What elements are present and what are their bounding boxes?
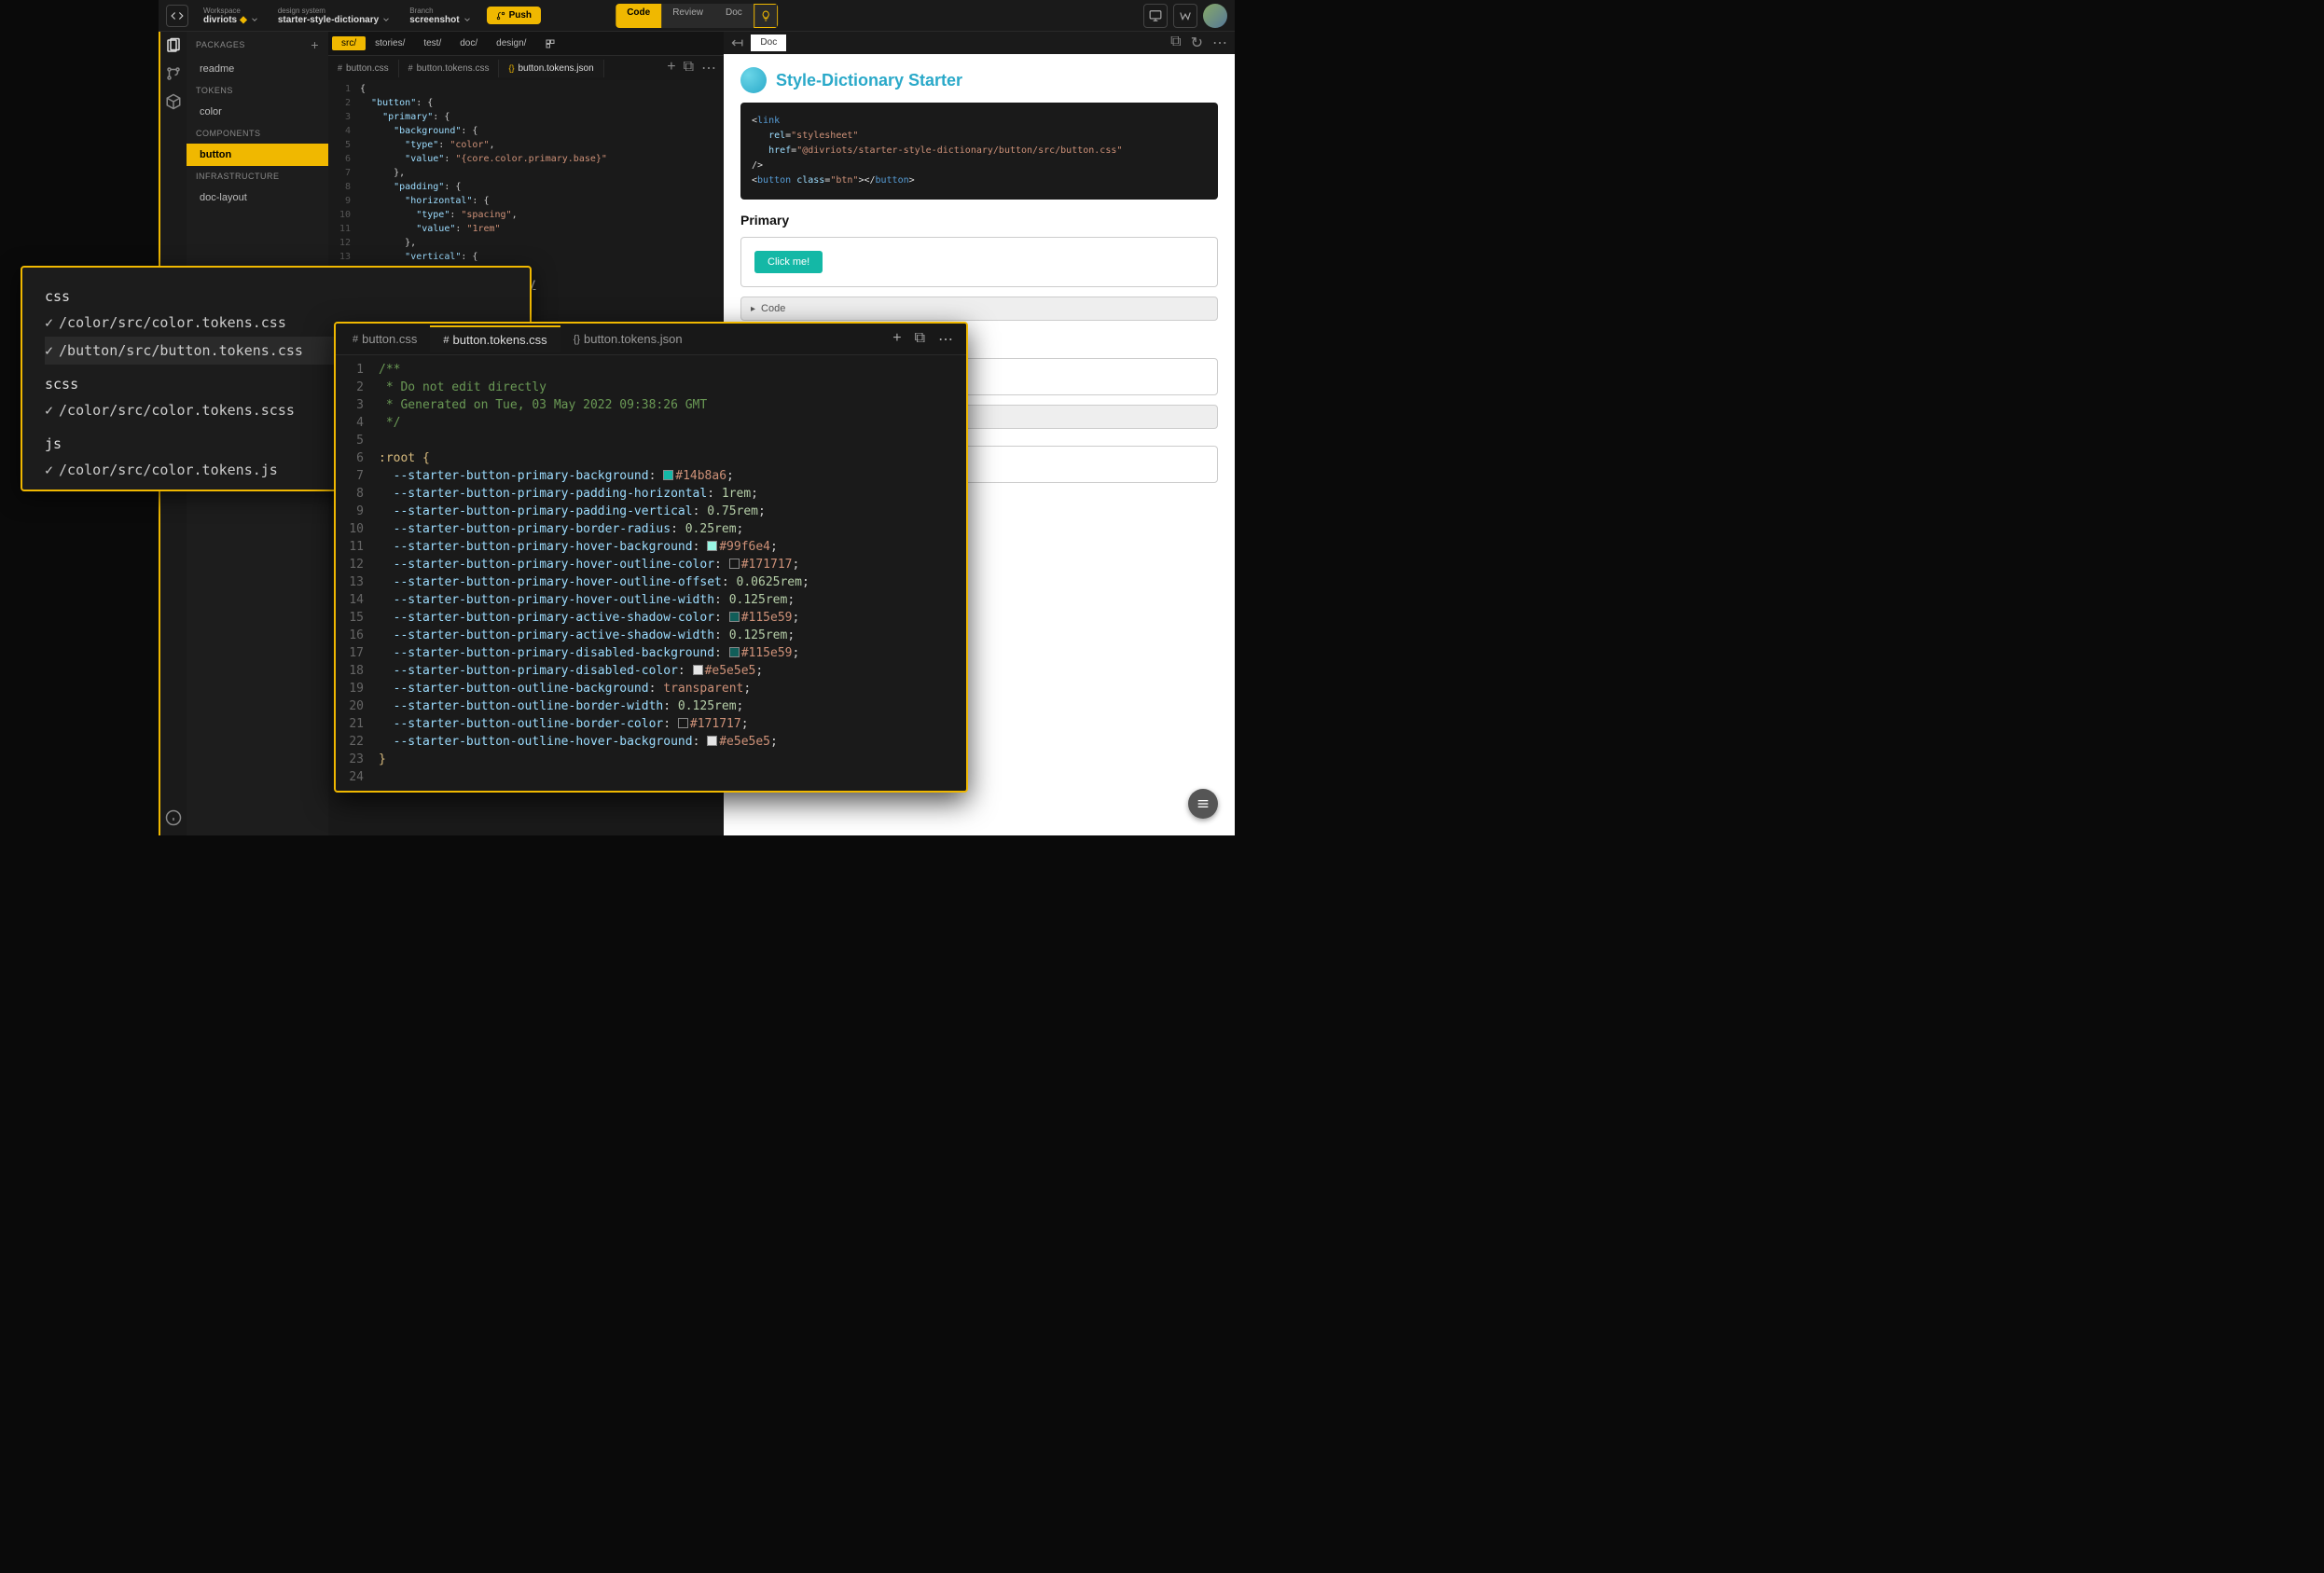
file-tabs: #button.css #button.tokens.css {}button.… bbox=[328, 56, 724, 80]
folder-tab-stories[interactable]: stories/ bbox=[366, 36, 414, 50]
doc-logo-icon bbox=[740, 67, 767, 93]
sidebar-item-color[interactable]: color bbox=[187, 101, 328, 123]
css-icon: # bbox=[353, 334, 358, 345]
user-avatar[interactable] bbox=[1203, 4, 1227, 28]
doc-panel-header: ↤ Doc ⧉ ↻ ⋯ bbox=[724, 32, 1235, 54]
section-infrastructure: INFRASTRUCTURE bbox=[187, 166, 328, 186]
workspace-label: Workspace bbox=[203, 7, 259, 15]
folder-tab-doc[interactable]: doc/ bbox=[450, 36, 487, 50]
sidebar-item-button[interactable]: button bbox=[187, 144, 328, 166]
push-button[interactable]: Push bbox=[487, 7, 541, 24]
lightbulb-button[interactable] bbox=[754, 4, 778, 28]
css-icon: # bbox=[443, 335, 449, 346]
sidebar-item-doc-layout[interactable]: doc-layout bbox=[187, 186, 328, 209]
copy-icon[interactable]: ⧉ bbox=[684, 59, 694, 77]
header-right-group bbox=[1143, 4, 1227, 28]
section-components: COMPONENTS bbox=[187, 123, 328, 144]
design-system-selector[interactable]: design system starter-style-dictionary bbox=[270, 7, 398, 25]
json-icon: {} bbox=[574, 334, 580, 345]
design-system-value: starter-style-dictionary bbox=[278, 15, 379, 25]
view-mode-tabs: Code Review Doc bbox=[616, 4, 778, 28]
more-icon[interactable]: ⋯ bbox=[938, 330, 953, 349]
monitor-icon bbox=[1149, 9, 1162, 22]
floating-editor: #button.css #button.tokens.css {}button.… bbox=[334, 322, 968, 793]
lightbulb-icon bbox=[760, 10, 771, 21]
design-system-label: design system bbox=[278, 7, 391, 15]
files-icon[interactable] bbox=[165, 37, 182, 54]
more-icon[interactable]: ⋯ bbox=[1212, 34, 1227, 52]
file-tab-actions: + ⧉ ⋯ bbox=[667, 59, 724, 77]
code-toggle-primary[interactable]: Code bbox=[740, 297, 1218, 321]
folder-tab-design[interactable]: design/ bbox=[487, 36, 535, 50]
chevron-down-icon bbox=[463, 15, 472, 24]
doc-title: Style-Dictionary Starter bbox=[776, 71, 962, 90]
fe-tab-button-css[interactable]: #button.css bbox=[339, 326, 430, 352]
line-gutter: 123456789101112131415161718192021222324 bbox=[336, 355, 373, 791]
help-button[interactable] bbox=[1173, 4, 1197, 28]
fe-tab-button-tokens-json[interactable]: {}button.tokens.json bbox=[560, 326, 696, 352]
file-tab-button-css[interactable]: #button.css bbox=[328, 60, 399, 77]
package-icon[interactable] bbox=[165, 93, 182, 110]
heading-primary: Primary bbox=[740, 213, 1218, 228]
back-arrow-icon[interactable]: ↤ bbox=[731, 34, 743, 52]
fe-tab-actions: + ⧉ ⋯ bbox=[892, 330, 962, 349]
push-button-label: Push bbox=[509, 10, 532, 21]
doc-panel-tab[interactable]: Doc bbox=[751, 34, 786, 51]
new-file-icon[interactable]: + bbox=[667, 59, 675, 77]
folder-tab-src[interactable]: src/ bbox=[332, 36, 366, 50]
info-icon[interactable] bbox=[165, 809, 182, 826]
tab-doc[interactable]: Doc bbox=[714, 4, 754, 28]
folder-tab-preview[interactable] bbox=[535, 36, 565, 51]
folder-tab-test[interactable]: test/ bbox=[414, 36, 450, 50]
float-editor-tabs: #button.css #button.tokens.css {}button.… bbox=[336, 324, 966, 355]
chevron-down-icon bbox=[250, 15, 259, 24]
workspace-selector[interactable]: Workspace divriots ◆ bbox=[196, 7, 267, 25]
sidebar-item-readme[interactable]: readme bbox=[187, 58, 328, 80]
git-branch-icon[interactable] bbox=[165, 65, 182, 82]
folder-tabs: src/ stories/ test/ doc/ design/ bbox=[328, 32, 724, 56]
branch-label: Branch bbox=[409, 7, 471, 15]
palette-icon bbox=[545, 38, 556, 49]
w-icon bbox=[1179, 9, 1192, 22]
floating-menu-button[interactable] bbox=[1188, 789, 1218, 819]
chevron-down-icon bbox=[381, 15, 391, 24]
more-icon[interactable]: ⋯ bbox=[701, 59, 716, 77]
add-icon[interactable]: + bbox=[311, 37, 319, 52]
new-file-icon[interactable]: + bbox=[892, 330, 901, 349]
monitor-button[interactable] bbox=[1143, 4, 1168, 28]
doc-title-row: Style-Dictionary Starter bbox=[740, 54, 1218, 103]
copy-icon[interactable]: ⧉ bbox=[1170, 34, 1181, 52]
app-logo[interactable] bbox=[166, 5, 188, 27]
file-tab-button-tokens-css[interactable]: #button.tokens.css bbox=[399, 60, 500, 77]
branch-value: screenshot bbox=[409, 15, 459, 25]
top-header: Workspace divriots ◆ design system start… bbox=[159, 0, 1235, 32]
section-packages: PACKAGES + bbox=[187, 32, 328, 58]
demo-box-primary: Click me! bbox=[740, 237, 1218, 287]
section-tokens: TOKENS bbox=[187, 80, 328, 101]
tab-review[interactable]: Review bbox=[661, 4, 714, 28]
fe-tab-button-tokens-css[interactable]: #button.tokens.css bbox=[430, 325, 560, 352]
css-icon: # bbox=[408, 63, 413, 73]
refresh-icon[interactable]: ↻ bbox=[1191, 34, 1203, 52]
click-me-button[interactable]: Click me! bbox=[754, 251, 823, 273]
copy-icon[interactable]: ⧉ bbox=[915, 330, 925, 349]
git-push-icon bbox=[496, 11, 505, 21]
branch-selector[interactable]: Branch screenshot bbox=[402, 7, 478, 25]
code-content[interactable]: /** * Do not edit directly * Generated o… bbox=[373, 355, 966, 791]
json-icon: {} bbox=[508, 63, 514, 73]
tab-code[interactable]: Code bbox=[616, 4, 661, 28]
float-editor-body[interactable]: 123456789101112131415161718192021222324 … bbox=[336, 355, 966, 791]
file-tab-button-tokens-json[interactable]: {}button.tokens.json bbox=[499, 60, 603, 77]
header-left-group: Workspace divriots ◆ design system start… bbox=[166, 5, 541, 27]
code-snippet: <link rel="stylesheet" href="@divriots/s… bbox=[740, 103, 1218, 200]
doc-header-actions: ⧉ ↻ ⋯ bbox=[1170, 34, 1227, 52]
menu-icon bbox=[1196, 796, 1210, 811]
css-icon: # bbox=[338, 63, 342, 73]
workspace-value: divriots bbox=[203, 15, 237, 25]
